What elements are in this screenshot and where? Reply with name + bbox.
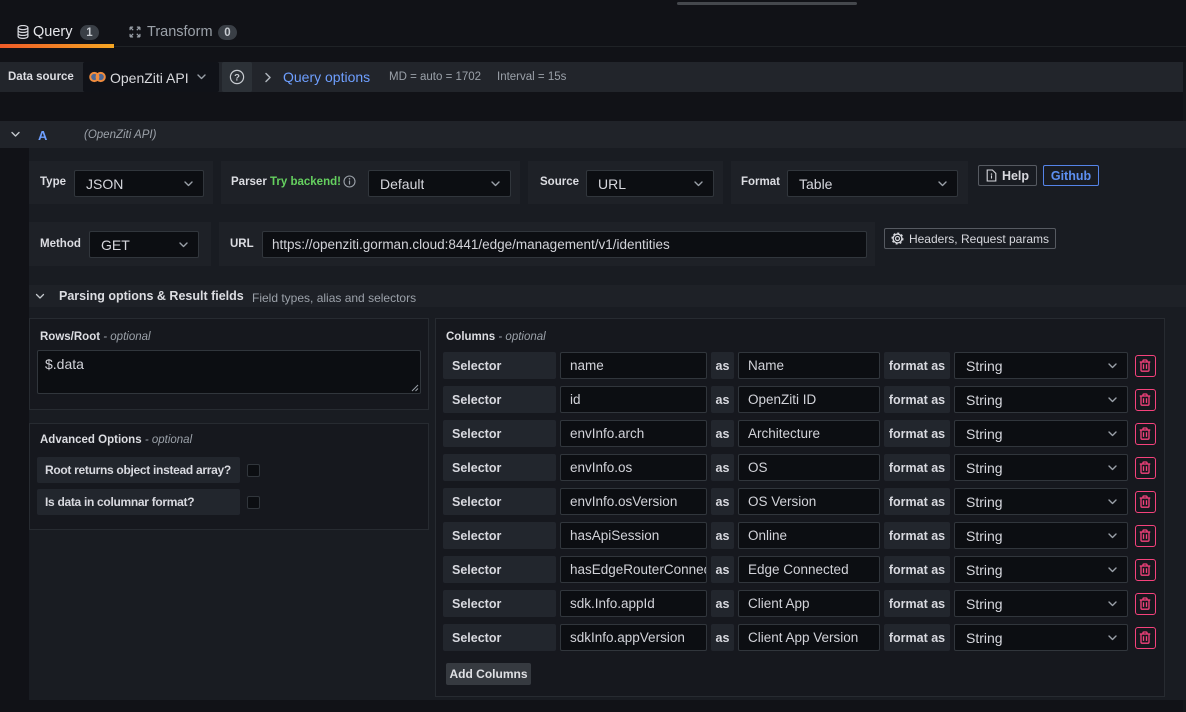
svg-text:?: ?: [234, 72, 240, 83]
